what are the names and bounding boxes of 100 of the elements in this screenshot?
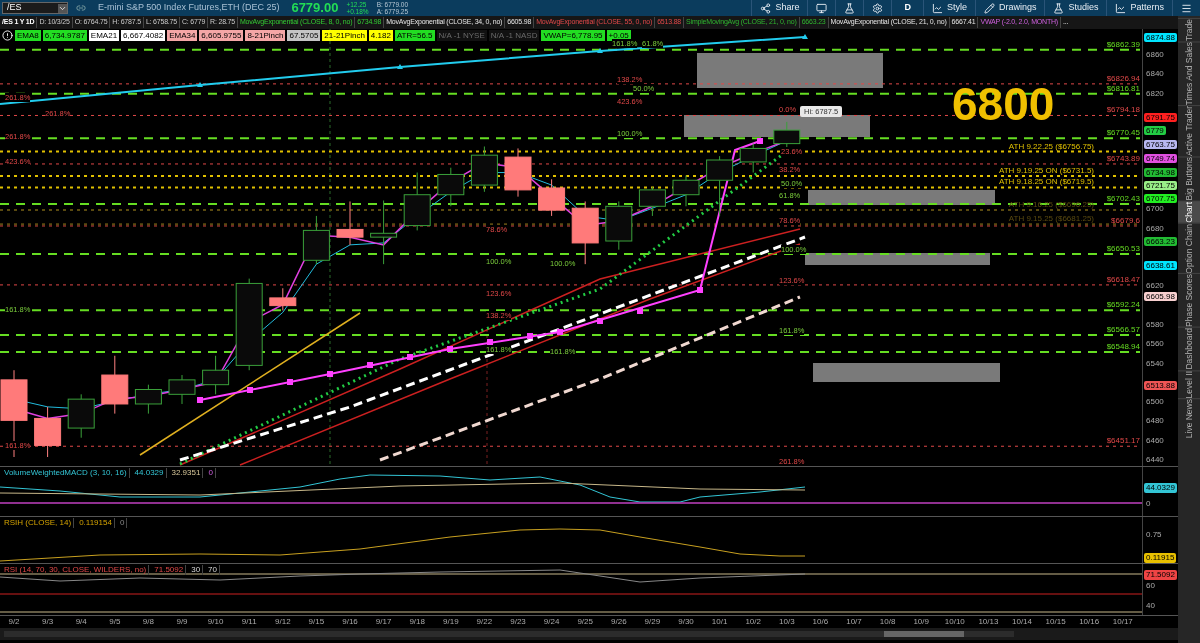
candle: [202, 355, 230, 395]
flask-icon: [844, 2, 856, 14]
price-axis-label: 6540: [1146, 358, 1164, 368]
sidebar-tab[interactable]: Dashboard: [1178, 327, 1200, 370]
date-axis-label: 9/17: [375, 617, 392, 627]
date-axis-label: 9/2: [8, 617, 20, 627]
price-level-label: $6770.45: [1106, 128, 1140, 138]
candle: [269, 287, 297, 311]
chart-icon: [931, 2, 943, 14]
study-value: 0.119154: [77, 518, 115, 528]
sidebar-tab[interactable]: Live News: [1178, 398, 1200, 439]
price-tag: 6749.74: [1144, 153, 1177, 163]
ath-level-label: ATH 9.19.25 ON ($6731.5): [999, 165, 1094, 175]
candle: [739, 143, 767, 174]
study-value: 71.5092: [152, 565, 187, 575]
study-value: 44.0329: [132, 468, 167, 478]
dropdown-icon: [58, 3, 67, 13]
date-axis-label: 10/7: [846, 617, 862, 627]
candle: [437, 167, 465, 207]
sidebar-tab[interactable]: Level II: [1178, 369, 1200, 399]
price-level-label: $6650.53: [1106, 244, 1140, 253]
axis-label: 40: [1146, 601, 1155, 610]
date-axis-label: 9/11: [241, 617, 257, 627]
date-axis-label: 10/13: [978, 617, 999, 627]
sidebar-tab[interactable]: Times And Sales: [1178, 40, 1200, 106]
link-icon[interactable]: [76, 3, 86, 13]
sidebar-tab[interactable]: Active Trader: [1178, 105, 1200, 157]
sidebar-tab[interactable]: Chart: [1178, 200, 1200, 223]
date-axis-label: 9/29: [644, 617, 661, 627]
date-axis-label: 10/8: [879, 617, 896, 627]
date-axis-label: 10/16: [1079, 617, 1100, 627]
price-level-label: $6566.57: [1106, 324, 1140, 334]
date-axis-label: 9/5: [109, 617, 121, 627]
date-axis-label: 9/23: [510, 617, 526, 627]
warning-icon[interactable]: [2, 30, 13, 41]
date-axis-label: 9/30: [678, 617, 694, 627]
price-tag: 6663.23: [1144, 237, 1177, 247]
sidebar-tab[interactable]: Trade: [1178, 18, 1200, 41]
price-axis-label: 6440: [1146, 455, 1164, 464]
price-axis-label: 6560: [1146, 339, 1164, 349]
candle: [302, 215, 330, 265]
date-axis-label: 9/16: [342, 617, 358, 627]
date-axis-label: 10/14: [1012, 617, 1032, 627]
axis-label: 60: [1146, 581, 1155, 590]
price-tag: 6513.88: [1144, 381, 1177, 391]
study-value-label: EMA8: [15, 30, 41, 41]
date-axis-label: 10/6: [812, 617, 829, 627]
menu-icon: [1181, 2, 1192, 14]
study-value-label: 6,667.4082: [121, 30, 166, 41]
date-axis-label: 9/8: [142, 617, 154, 627]
price-axis-label: 6500: [1146, 397, 1164, 407]
candle: [370, 200, 398, 265]
pencil-icon: [983, 2, 995, 14]
date-axis-label: 9/10: [207, 617, 224, 627]
study-title: VolumeWeightedMACD (3, 10, 16): [2, 468, 130, 478]
value-tag: 71.5092: [1144, 570, 1177, 580]
price-tag: 6605.98: [1144, 292, 1177, 302]
candle: [638, 186, 666, 217]
study-value-label: N/A -1 NASD: [488, 30, 540, 41]
price-axis-label: 6860: [1146, 50, 1164, 59]
ath-level-label: ATH 9.22.25 ($6756.75): [1008, 141, 1094, 151]
study-value: 30: [189, 565, 204, 575]
study-value: 32.9351: [169, 468, 204, 478]
price-axis-label: 6680: [1146, 223, 1164, 233]
study-value-label: 67.5705: [287, 30, 321, 41]
price-tag: 6874.88: [1144, 33, 1177, 43]
last-price: 6779.00: [291, 0, 339, 18]
date-axis-label: 10/15: [1045, 617, 1066, 627]
scrollbar-thumb[interactable]: [884, 631, 964, 637]
symbol-field[interactable]: /ES: [2, 2, 68, 14]
candle: [504, 147, 532, 198]
sidebar-tab[interactable]: Option Chain: [1178, 222, 1200, 274]
date-axis-label: 9/24: [543, 617, 560, 627]
price-level-label: $6826.94: [1106, 73, 1140, 83]
study-value-label: 6,605.9755: [199, 30, 244, 41]
candle: [336, 200, 364, 246]
value-tag: 44.0329: [1144, 483, 1177, 493]
price-level-label: $6618.47: [1106, 274, 1140, 284]
sidebar-tab[interactable]: Big Buttons: [1178, 156, 1200, 201]
price-level-label: $6548.94: [1106, 341, 1140, 351]
candle: [168, 374, 196, 405]
ath-level-label: ATH 9.18.25 ON ($6719.5): [999, 177, 1094, 187]
scrollbar-track[interactable]: [4, 631, 1014, 637]
date-axis-label: 9/4: [75, 617, 87, 627]
candle: [403, 172, 431, 231]
price-axis-label: 6460: [1146, 435, 1164, 445]
date-axis-label: 9/22: [476, 617, 493, 627]
candle: [134, 384, 162, 415]
study-value-label: 21-21Pinch: [322, 30, 367, 41]
price-level-label: $6816.81: [1106, 83, 1140, 93]
candle: [605, 200, 633, 251]
study-value-label: EMA34: [167, 30, 198, 41]
date-axis-label: 10/1: [711, 617, 728, 627]
price-axis-label: 6820: [1146, 88, 1164, 98]
study-value-label: 4.182: [368, 30, 393, 41]
price-axis-label: 6580: [1146, 320, 1164, 329]
price-tag: 6721.75: [1144, 180, 1177, 190]
sidebar-tab[interactable]: Phase Scores: [1178, 273, 1200, 328]
price-tag: 6779: [1144, 125, 1166, 135]
candle: [67, 393, 95, 439]
